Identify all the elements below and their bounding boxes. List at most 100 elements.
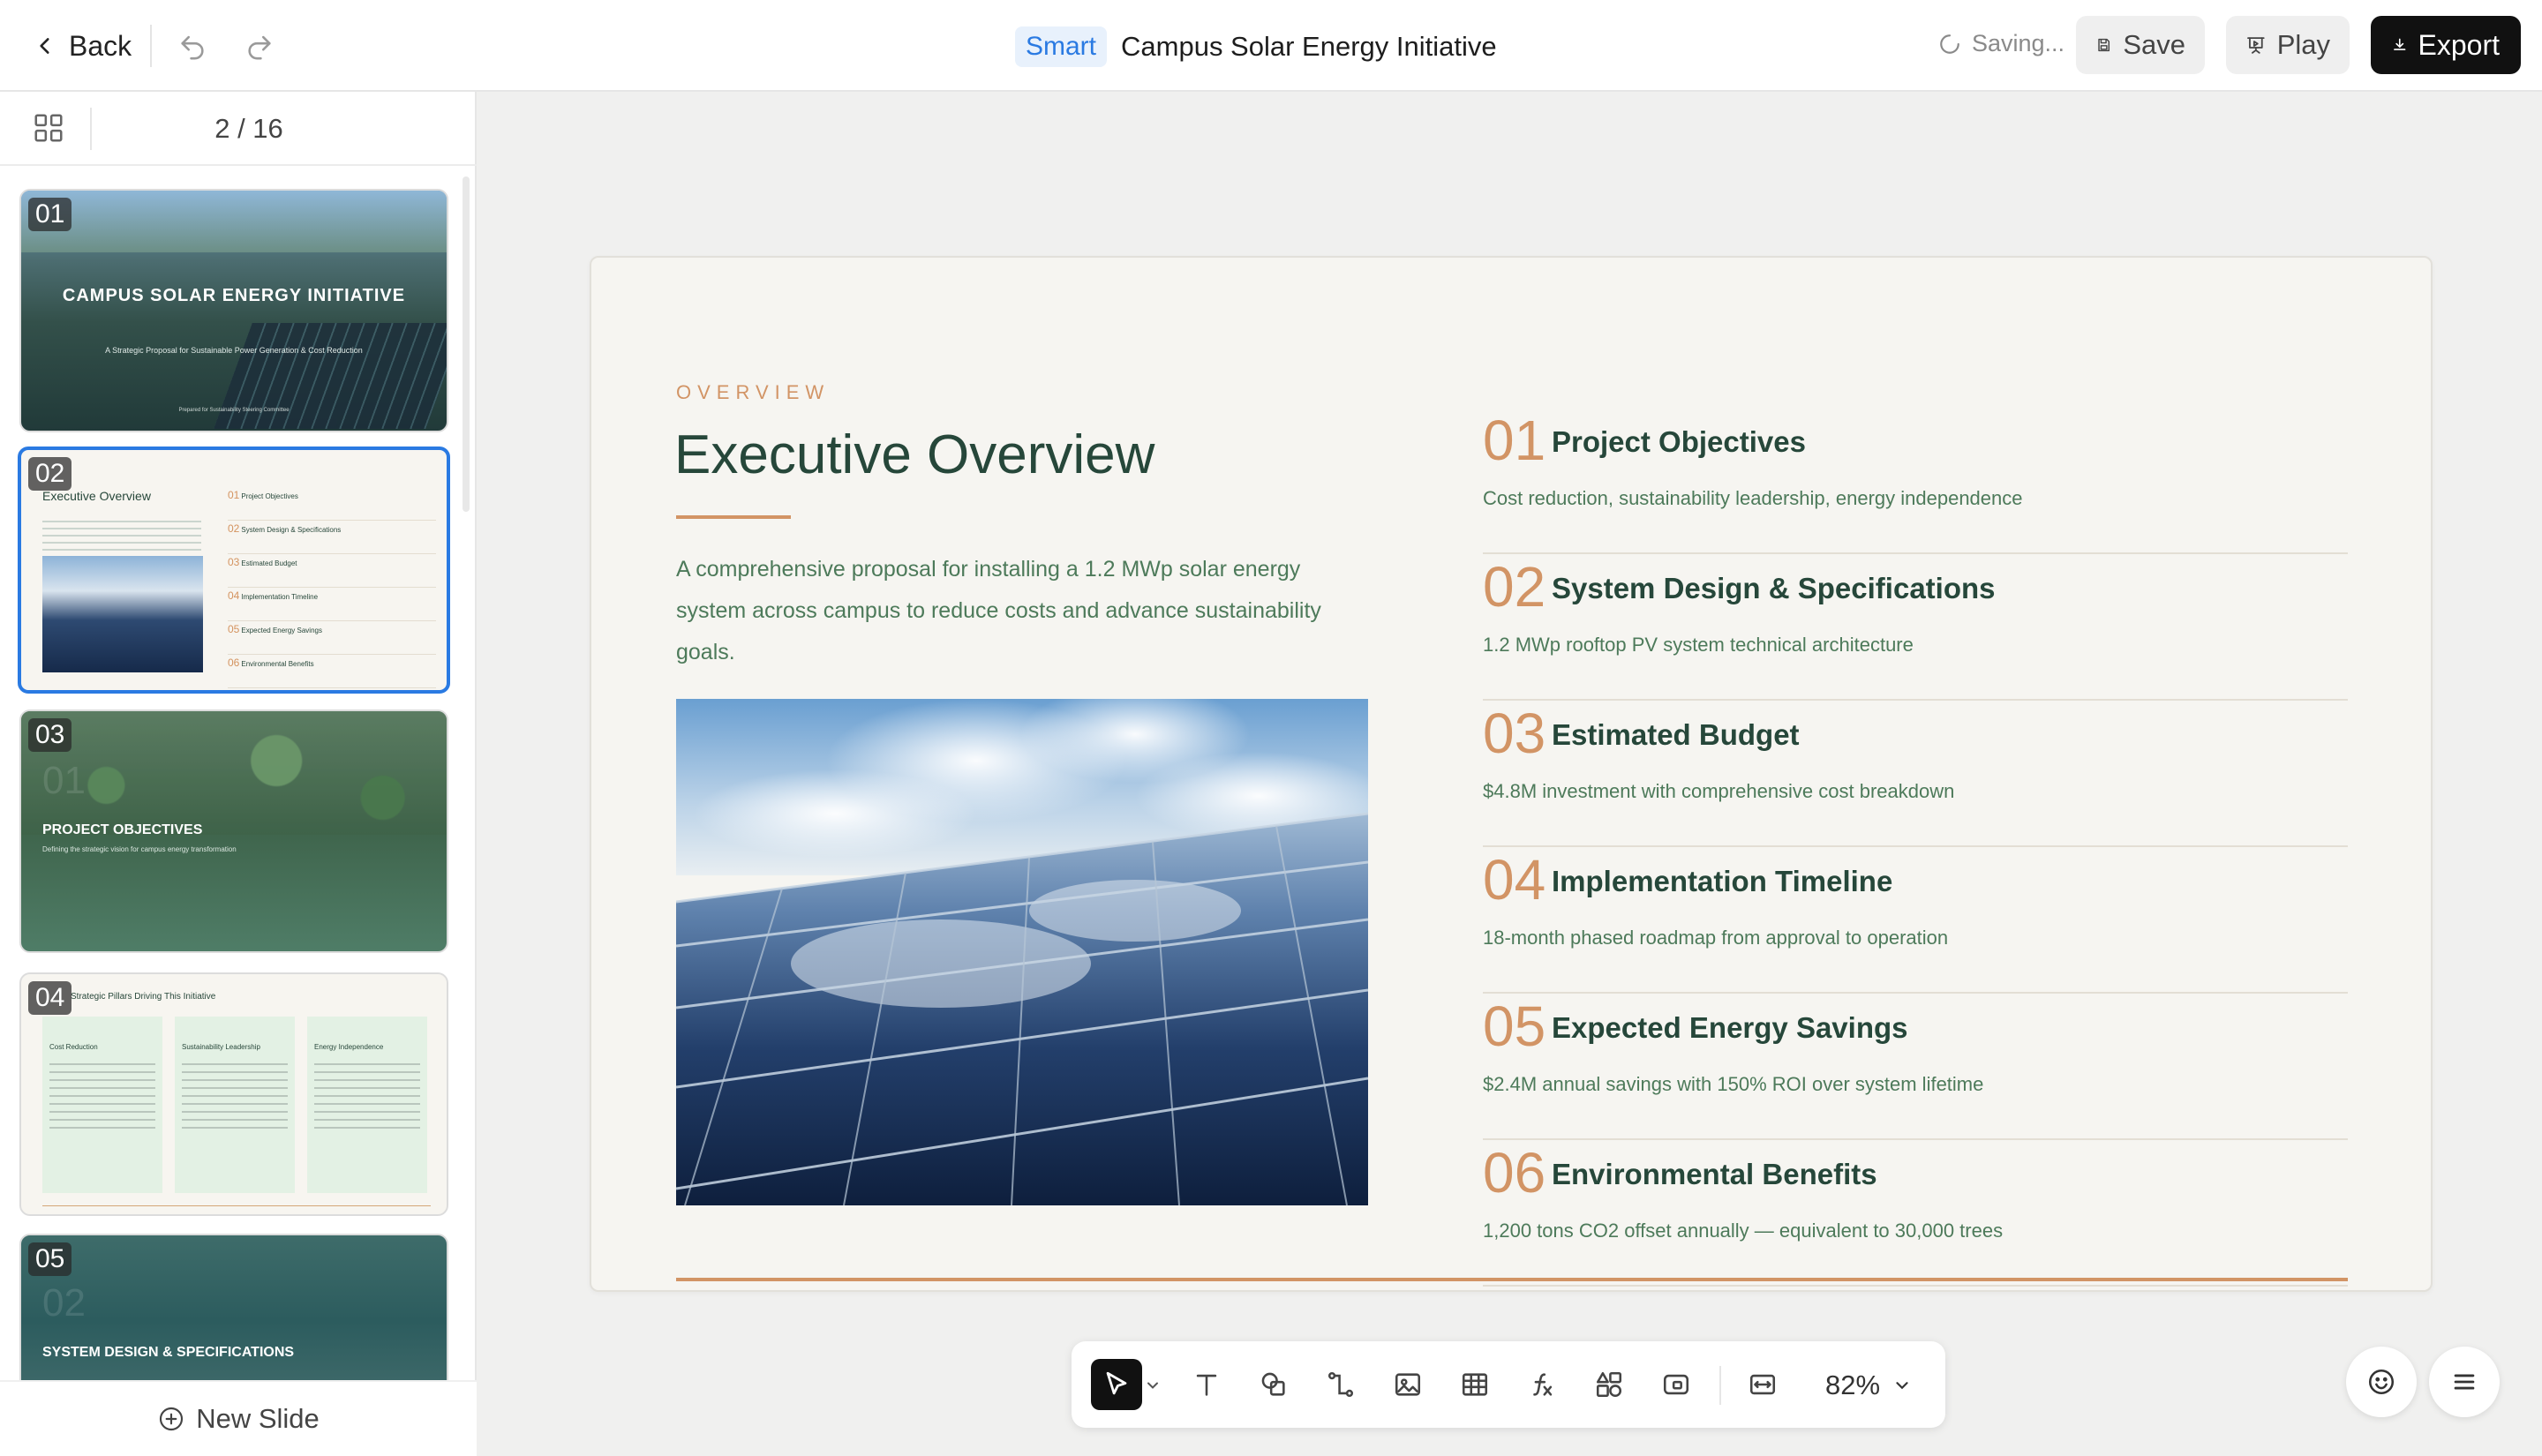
thumbnail-sky <box>21 191 447 252</box>
smart-badge[interactable]: Smart <box>1015 26 1108 67</box>
plus-circle-icon <box>160 1407 184 1431</box>
shape-tool[interactable] <box>1250 1361 1297 1408</box>
chevron-down-icon <box>1147 1382 1158 1389</box>
slide-thumbnail-4[interactable]: 04 Strategic Pillars Driving This Initia… <box>19 972 448 1216</box>
export-label: Export <box>2418 28 2500 61</box>
chevron-left-icon <box>40 38 49 54</box>
export-button[interactable]: Export <box>2371 16 2521 74</box>
slide-number: 04 <box>28 981 72 1015</box>
item-number: 06 <box>1483 1141 1546 1205</box>
connector-tool[interactable] <box>1317 1361 1365 1408</box>
thumbnail-item: 03 Estimated Budget <box>228 554 436 588</box>
slide-description[interactable]: A comprehensive proposal for installing … <box>676 549 1365 673</box>
grid-view-button[interactable] <box>32 111 65 145</box>
thumbnail-subtitle: Defining the strategic vision for campus… <box>42 845 237 853</box>
thumbnail-title: Strategic Pillars Driving This Initiativ… <box>71 992 216 1002</box>
thumbnail-rule <box>42 1205 431 1206</box>
menu-button[interactable] <box>2429 1347 2500 1417</box>
document-title-area: Smart Campus Solar Energy Initiative <box>1015 25 1497 69</box>
text-tool[interactable] <box>1183 1361 1230 1408</box>
components-icon <box>1596 1371 1622 1398</box>
item-description: $4.8M investment with comprehensive cost… <box>1483 780 1955 802</box>
overview-item[interactable]: 03 Estimated Budget $4.8M investment wit… <box>1483 701 2348 847</box>
thumbnail-solar-panels <box>214 323 447 429</box>
thumbnail-solar-image <box>42 556 203 672</box>
component-tool[interactable] <box>1585 1361 1633 1408</box>
fit-tool[interactable] <box>1739 1361 1786 1408</box>
slide-number: 01 <box>28 198 72 231</box>
item-number: 04 <box>1483 848 1546 912</box>
zoom-control[interactable]: 82% <box>1825 1366 1912 1405</box>
play-label: Play <box>2276 29 2330 60</box>
download-icon <box>2394 38 2406 50</box>
thumbnail-body-text <box>42 521 201 559</box>
slide-number: 02 <box>28 457 72 491</box>
thumbnail-subtitle: A Strategic Proposal for Sustainable Pow… <box>105 346 363 355</box>
document-title[interactable]: Campus Solar Energy Initiative <box>1121 31 1497 63</box>
slide-number: 03 <box>28 718 72 752</box>
select-tool-dropdown[interactable] <box>1144 1377 1162 1394</box>
slides-sidebar: 2 / 16 01 CAMPUS SOLAR ENERGY INITIATIVE… <box>0 92 477 1456</box>
overview-item[interactable]: 06 Environmental Benefits 1,200 tons CO2… <box>1483 1140 2348 1287</box>
item-number: 05 <box>1483 994 1546 1058</box>
image-tool[interactable] <box>1384 1361 1432 1408</box>
undo-button[interactable] <box>173 26 212 65</box>
item-title: Project Objectives <box>1552 425 1806 458</box>
overview-item[interactable]: 04 Implementation Timeline 18-month phas… <box>1483 847 2348 994</box>
thumbnail-footer: Prepared for Sustainability Steering Com… <box>178 408 290 413</box>
save-button[interactable]: Save <box>2076 16 2205 74</box>
item-number: 03 <box>1483 702 1546 765</box>
thumbnail-item: 05 Expected Energy Savings <box>228 621 436 655</box>
overview-item[interactable]: 02 System Design & Specifications 1.2 MW… <box>1483 554 2348 701</box>
item-title: Environmental Benefits <box>1552 1158 1877 1190</box>
thumbnail-item-list: 01 Project Objectives 02 System Design & S… <box>228 487 436 688</box>
item-description: 1,200 tons CO2 offset annually — equival… <box>1483 1220 2004 1242</box>
slide-thumbnail-2[interactable]: 02 Executive Overview 01 Project Objectiv… <box>18 447 450 694</box>
thumbnail-item: 06 Environmental Benefits <box>228 655 436 688</box>
slide-title[interactable]: Executive Overview <box>674 424 1154 486</box>
redo-button[interactable] <box>240 26 279 65</box>
slide-thumbnail-3[interactable]: 03 01 PROJECT OBJECTIVES Defining the st… <box>19 709 448 953</box>
save-label: Save <box>2123 29 2185 60</box>
item-description: Cost reduction, sustainability leadershi… <box>1483 487 2023 509</box>
smiley-icon <box>2368 1369 2395 1395</box>
media-tool[interactable] <box>1652 1361 1700 1408</box>
formula-tool[interactable] <box>1518 1361 1566 1408</box>
table-tool[interactable] <box>1451 1361 1499 1408</box>
item-title: Implementation Timeline <box>1552 865 1893 897</box>
item-title: System Design & Specifications <box>1552 572 1996 604</box>
slide-overline[interactable]: OVERVIEW <box>676 381 830 404</box>
thumbnail-ghost-number: 02 <box>42 1281 86 1325</box>
thumbnail-item: 01 Project Objectives <box>228 487 436 521</box>
thumbnail-column: Cost Reduction <box>42 1017 162 1193</box>
feedback-button[interactable] <box>2346 1347 2417 1417</box>
shapes-icon <box>1261 1372 1285 1396</box>
thumbnail-item: 02 System Design & Specifications <box>228 521 436 554</box>
new-slide-button[interactable]: New Slide <box>0 1380 477 1456</box>
page-counter: 2 / 16 <box>214 113 283 144</box>
connector-icon <box>1327 1371 1354 1398</box>
sidebar-scrollbar[interactable] <box>463 176 470 512</box>
media-icon <box>1663 1374 1689 1395</box>
menu-icon <box>2454 1374 2475 1390</box>
divider <box>150 25 152 67</box>
slide-thumbnail-1[interactable]: 01 CAMPUS SOLAR ENERGY INITIATIVE A Stra… <box>19 189 448 432</box>
thumbnail-title: PROJECT OBJECTIVES <box>42 822 203 837</box>
select-tool[interactable] <box>1091 1359 1142 1410</box>
item-title: Estimated Budget <box>1552 718 1800 751</box>
back-label: Back <box>69 29 132 62</box>
overview-item[interactable]: 05 Expected Energy Savings $2.4M annual … <box>1483 994 2348 1140</box>
presentation-icon <box>2247 37 2265 54</box>
item-title: Expected Energy Savings <box>1552 1011 1908 1044</box>
divider <box>1719 1366 1721 1405</box>
thumbnail-item: 04 Implementation Timeline <box>228 588 436 621</box>
slide-canvas[interactable]: OVERVIEW Executive Overview A comprehens… <box>590 256 2433 1292</box>
chevron-down-icon <box>1896 1382 1908 1390</box>
back-button[interactable]: Back <box>34 26 132 65</box>
play-button[interactable]: Play <box>2226 16 2350 74</box>
thumbnail-ghost-number: 01 <box>42 759 86 802</box>
overview-item[interactable]: 01 Project Objectives Cost reduction, su… <box>1483 408 2348 554</box>
item-description: 1.2 MWp rooftop PV system technical arch… <box>1483 634 1914 656</box>
zoom-level: 82% <box>1825 1370 1881 1400</box>
solar-panel-image[interactable] <box>676 699 1368 1205</box>
